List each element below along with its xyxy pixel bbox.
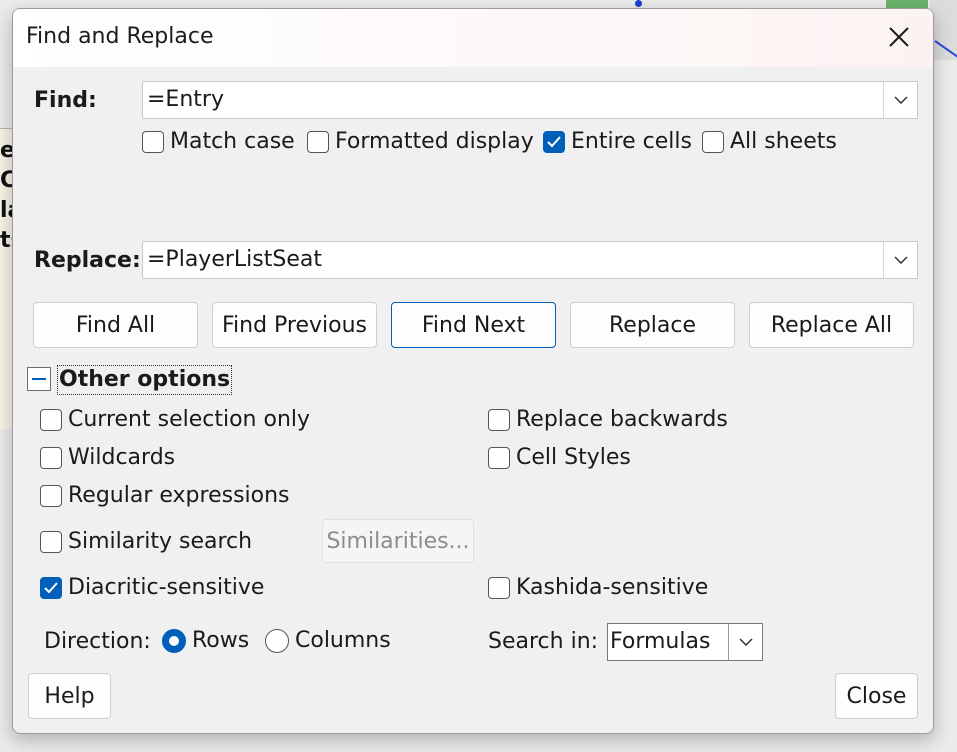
find-next-button[interactable]: Find Next [391, 302, 556, 348]
chevron-down-icon[interactable] [883, 242, 917, 278]
radio-label: Columns [295, 628, 391, 653]
find-previous-button[interactable]: Find Previous [212, 302, 377, 348]
replace-backwards-checkbox[interactable]: Replace backwards [488, 407, 728, 432]
diacritic-sensitive-checkbox[interactable]: Diacritic-sensitive [40, 575, 264, 600]
find-label: Find: [34, 88, 97, 113]
checkbox-box[interactable] [40, 484, 62, 507]
checkbox-label: Current selection only [68, 407, 311, 432]
checkbox-box[interactable] [40, 446, 62, 469]
checkbox-box[interactable] [307, 130, 329, 153]
checkbox-box[interactable] [488, 446, 510, 469]
title-bar: Find and Replace [13, 9, 933, 67]
find-all-button[interactable]: Find All [33, 302, 198, 348]
selection-handle [635, 0, 642, 7]
radio-button[interactable] [162, 628, 186, 653]
other-options-toggle[interactable]: Other options [57, 365, 233, 395]
checkbox-label: Kashida-sensitive [516, 575, 709, 600]
search-in-label: Search in: [488, 629, 599, 654]
rows-radio[interactable]: Rows [162, 628, 249, 653]
close-button[interactable]: Close [835, 673, 918, 719]
search-in-select[interactable]: Formulas [607, 623, 763, 661]
checkbox-box[interactable] [488, 408, 510, 431]
cell-styles-checkbox[interactable]: Cell Styles [488, 445, 631, 470]
similarities-button[interactable]: Similarities... [322, 519, 474, 563]
checkbox-label: Replace backwards [516, 407, 728, 432]
find-combobox[interactable]: =Entry [142, 81, 918, 119]
checkmark-icon[interactable] [543, 130, 565, 153]
replace-combobox[interactable]: =PlayerListSeat [142, 241, 918, 279]
checkbox-label: Match case [170, 129, 295, 154]
entire-cells-checkbox[interactable]: Entire cells [543, 129, 692, 154]
replace-input[interactable]: =PlayerListSeat [147, 247, 322, 272]
kashida-sensitive-checkbox[interactable]: Kashida-sensitive [488, 575, 708, 600]
checkbox-box[interactable] [488, 576, 510, 599]
search-in-value: Formulas [610, 629, 711, 654]
columns-radio[interactable]: Columns [265, 628, 391, 653]
find-replace-dialog: Find and Replace Find: =Entry Match case… [12, 8, 934, 734]
checkbox-box[interactable] [40, 530, 62, 553]
replace-label: Replace: [34, 248, 141, 273]
close-icon[interactable] [883, 21, 915, 53]
checkbox-box[interactable] [142, 130, 164, 153]
replace-button[interactable]: Replace [570, 302, 735, 348]
direction-label: Direction: [44, 629, 151, 654]
dialog-title: Find and Replace [26, 24, 214, 49]
help-button[interactable]: Help [28, 673, 111, 719]
checkbox-box[interactable] [702, 130, 724, 153]
checkbox-box[interactable] [40, 408, 62, 431]
checkbox-label: Formatted display [335, 129, 534, 154]
similarity-search-checkbox[interactable]: Similarity search [40, 529, 252, 554]
all-sheets-checkbox[interactable]: All sheets [702, 129, 837, 154]
minus-icon[interactable] [27, 367, 51, 391]
radio-button[interactable] [265, 628, 289, 653]
find-input[interactable]: =Entry [147, 87, 224, 112]
chevron-down-icon[interactable] [883, 82, 917, 118]
checkmark-icon[interactable] [40, 576, 62, 599]
formatted-display-checkbox[interactable]: Formatted display [307, 129, 534, 154]
checkbox-label: Similarity search [68, 529, 253, 554]
checkbox-label: Diacritic-sensitive [68, 575, 265, 600]
replace-all-button[interactable]: Replace All [749, 302, 914, 348]
checkbox-label: Regular expressions [68, 483, 290, 508]
radio-label: Rows [192, 628, 250, 653]
regular-expressions-checkbox[interactable]: Regular expressions [40, 483, 290, 508]
checkbox-label: All sheets [730, 129, 837, 154]
spreadsheet-fragment [930, 0, 957, 60]
match-case-checkbox[interactable]: Match case [142, 129, 295, 154]
checkbox-label: Entire cells [571, 129, 692, 154]
checkbox-label: Cell Styles [516, 445, 631, 470]
current-selection-only-checkbox[interactable]: Current selection only [40, 407, 310, 432]
wildcards-checkbox[interactable]: Wildcards [40, 445, 175, 470]
checkbox-label: Wildcards [68, 445, 176, 470]
chevron-down-icon[interactable] [728, 624, 762, 660]
